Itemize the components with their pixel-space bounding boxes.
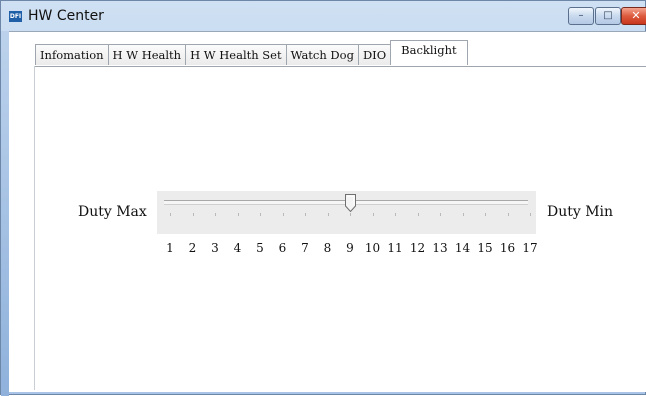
tab-panel-left-border	[34, 66, 35, 390]
slider-tick	[395, 213, 396, 216]
window-frame-edge	[1, 31, 9, 396]
close-button[interactable]: ✕	[621, 7, 646, 25]
duty-max-label: Duty Max	[78, 204, 147, 220]
maximize-button[interactable]: □	[595, 7, 621, 25]
scale-label: 11	[387, 241, 403, 255]
scale-label: 14	[454, 241, 471, 255]
scale-label: 15	[477, 241, 493, 255]
tab-panel-border	[35, 66, 646, 67]
slider-thumb-icon[interactable]	[344, 194, 356, 212]
slider-tick	[215, 213, 216, 216]
scale-label: 4	[233, 241, 242, 255]
scale-label: 5	[256, 241, 264, 255]
tab-dio[interactable]: DIO	[357, 44, 392, 65]
scale-label: 13	[432, 241, 448, 255]
slider-tick	[260, 213, 261, 216]
scale-label: 9	[346, 241, 354, 255]
tab-hw-health-set[interactable]: H W Health Set	[185, 44, 287, 65]
scale-label: 6	[278, 241, 287, 255]
slider-tick	[372, 213, 374, 216]
title-bar[interactable]: DFI HW Center – □ ✕	[1, 1, 646, 31]
slider-tick	[507, 213, 509, 216]
scale-label: 16	[499, 241, 516, 255]
tab-infomation[interactable]: Infomation	[35, 44, 109, 65]
scale-label: 3	[211, 241, 219, 255]
scale-label: 7	[301, 241, 309, 255]
slider-tick	[282, 213, 284, 216]
tab-watch-dog[interactable]: Watch Dog	[285, 44, 359, 65]
slider-tick	[170, 213, 171, 216]
slider-tick	[462, 213, 464, 216]
duty-min-label: Duty Min	[547, 204, 614, 220]
slider-tick	[237, 213, 239, 216]
slider-tick	[417, 213, 419, 216]
minimize-icon: –	[578, 10, 584, 21]
slider-tick	[485, 213, 486, 216]
slider-tick	[440, 213, 441, 216]
scale-label: 1	[166, 241, 174, 255]
close-icon: ✕	[631, 9, 641, 22]
slider-tick	[530, 213, 531, 216]
slider-tick	[192, 213, 194, 216]
window-title: HW Center	[28, 8, 104, 24]
minimize-button[interactable]: –	[568, 7, 594, 25]
scale-label: 8	[323, 241, 332, 255]
scale-label: 10	[364, 241, 381, 255]
tab-strip: Infomation H W Health H W Health Set Wat…	[35, 40, 468, 65]
scale-label: 12	[409, 241, 426, 255]
slider-tick	[327, 213, 329, 216]
backlight-slider[interactable]	[157, 191, 536, 234]
scale-label: 17	[522, 241, 538, 255]
scale-label: 2	[188, 241, 197, 255]
slider-tick	[350, 213, 351, 216]
maximize-icon: □	[603, 10, 613, 21]
tab-backlight[interactable]: Backlight	[390, 40, 468, 65]
slider-tick	[305, 213, 306, 216]
app-window: DFI HW Center – □ ✕ Infomation H W Healt…	[0, 0, 646, 396]
tab-hw-health[interactable]: H W Health	[107, 44, 187, 65]
app-icon: DFI	[9, 11, 22, 22]
